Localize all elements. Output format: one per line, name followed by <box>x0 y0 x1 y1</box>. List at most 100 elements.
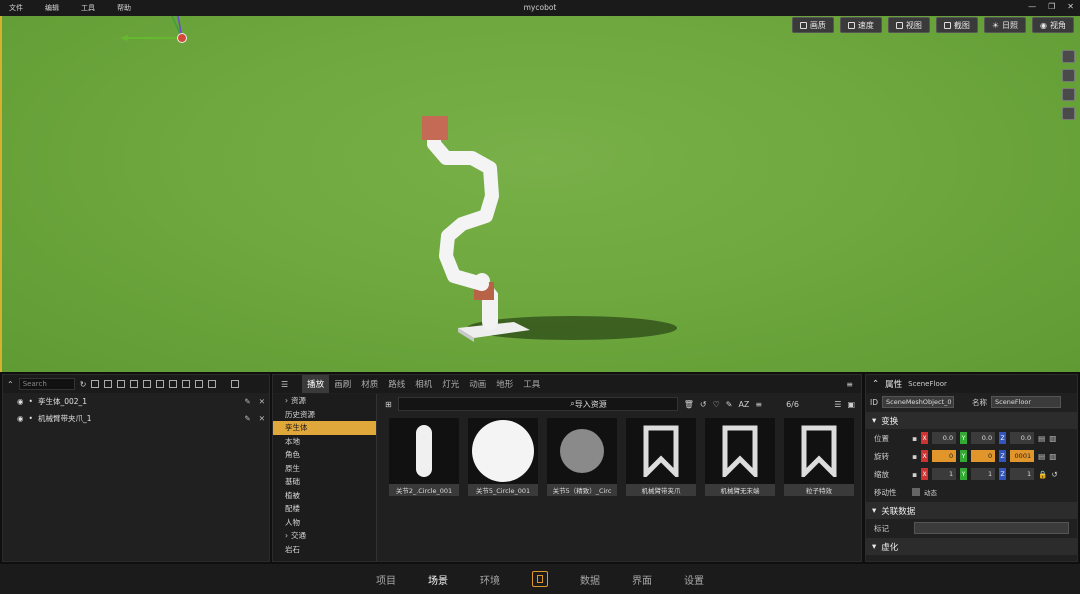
copy-icon[interactable]: ▤ <box>1038 452 1045 461</box>
menu-help[interactable]: 帮助 <box>117 3 131 13</box>
tree-item[interactable]: 岩石 <box>273 543 376 557</box>
grid-view-icon[interactable]: ▣ <box>847 400 855 409</box>
visibility-eye-icon[interactable]: ◉ <box>17 397 24 406</box>
nav-settings[interactable]: 设置 <box>684 572 704 587</box>
link-data-section[interactable]: ▾ 关联数据 <box>866 502 1077 519</box>
delete-icon[interactable]: 🗑 <box>684 400 694 409</box>
close-icon[interactable]: ✕ <box>1067 2 1074 11</box>
restore-icon[interactable]: ❐ <box>1048 2 1055 11</box>
rotation-y-field[interactable]: 0 <box>971 450 996 462</box>
position-y-field[interactable]: 0.0 <box>971 432 996 444</box>
sunlight-button[interactable]: ☀ 日照 <box>983 17 1027 33</box>
tree-item[interactable]: 历史资源 <box>273 408 376 422</box>
history-icon[interactable]: ↺ <box>700 400 707 409</box>
layout-icon[interactable] <box>182 380 191 388</box>
tree-item-selected[interactable]: 孪生体 <box>273 421 376 435</box>
tab-camera[interactable]: 相机 <box>410 375 437 393</box>
box-icon[interactable] <box>169 380 178 388</box>
nav-data[interactable]: 数据 <box>580 572 600 587</box>
tree-item[interactable]: › 资源 <box>273 394 376 408</box>
asset-tile[interactable]: 机械臂带夹爪 <box>626 418 696 496</box>
transform-gizmo-icon[interactable] <box>120 16 200 56</box>
pin-icon[interactable] <box>143 380 152 388</box>
outliner-item[interactable]: ◉ • 孪生体_002_1 ✎ ✕ <box>3 393 269 410</box>
paste-icon[interactable]: ▥ <box>1049 434 1056 443</box>
chevron-up-icon[interactable]: ⌃ <box>7 380 14 389</box>
screenshot-button[interactable]: 截图 <box>935 17 978 33</box>
id-field[interactable]: SceneMeshObject_0 <box>882 396 954 408</box>
lock-icon[interactable]: 🔒 <box>1038 470 1047 479</box>
tab-animation[interactable]: 动画 <box>464 375 491 393</box>
scale-x-field[interactable]: 1 <box>932 468 957 480</box>
tree-item[interactable]: 原生 <box>273 462 376 476</box>
tree-item[interactable]: 配楼 <box>273 502 376 516</box>
move-icon[interactable] <box>1062 50 1075 63</box>
sort-az-icon[interactable]: AZ <box>738 400 749 409</box>
walk-icon[interactable] <box>1062 88 1075 101</box>
edit-pencil-icon[interactable]: ✎ <box>244 414 250 423</box>
name-field[interactable]: SceneFloor <box>991 396 1061 408</box>
app-logo-icon[interactable] <box>532 571 548 587</box>
menu-edit[interactable]: 编辑 <box>45 3 59 13</box>
camera-icon[interactable] <box>117 380 126 388</box>
rotation-z-field[interactable]: 0001 <box>1010 450 1035 462</box>
asset-tile[interactable]: 关节5（精致）_Circ <box>547 418 617 496</box>
edit-icon[interactable]: ✎ <box>726 400 733 409</box>
folder-icon[interactable] <box>130 380 139 388</box>
nav-project[interactable]: 项目 <box>376 572 396 587</box>
outliner-search-input[interactable]: Search <box>18 378 75 390</box>
asset-tile[interactable]: 粒子特效 <box>784 418 854 496</box>
focus-icon[interactable] <box>1062 107 1075 120</box>
copy-icon[interactable] <box>156 380 165 388</box>
image-icon[interactable] <box>195 380 204 388</box>
mobility-checkbox[interactable] <box>912 488 920 496</box>
tab-tools[interactable]: 工具 <box>518 375 545 393</box>
list-view-icon[interactable]: ☰ <box>834 400 841 409</box>
asset-tile[interactable]: 关节2_.Circle_001 <box>389 418 459 496</box>
nav-scene[interactable]: 场景 <box>428 572 448 587</box>
tree-item[interactable]: 本地 <box>273 435 376 449</box>
minimize-icon[interactable]: — <box>1028 2 1036 11</box>
position-x-field[interactable]: 0.0 <box>932 432 957 444</box>
transform-section[interactable]: ▾ 变换 <box>866 412 1077 429</box>
close-icon[interactable]: ✕ <box>259 414 265 423</box>
visibility-eye-icon[interactable]: ◉ <box>17 414 24 423</box>
quality-button[interactable]: 画质 <box>791 17 834 33</box>
tab-terrain[interactable]: 地形 <box>491 375 518 393</box>
tree-item[interactable]: › 交通 <box>273 529 376 543</box>
nav-interface[interactable]: 界面 <box>632 572 652 587</box>
refresh-icon[interactable]: ↻ <box>80 380 87 389</box>
sort-icon[interactable]: ≡ <box>755 400 762 409</box>
frame-icon[interactable] <box>104 380 113 388</box>
close-icon[interactable]: ✕ <box>259 397 265 406</box>
rotation-x-field[interactable]: 0 <box>932 450 957 462</box>
asset-tile[interactable]: 机械臂无末端 <box>705 418 775 496</box>
list-toggle-icon[interactable]: ☰ <box>281 380 288 389</box>
virtual-section[interactable]: ▾ 虚化 <box>866 538 1077 555</box>
tag-field[interactable] <box>914 522 1069 534</box>
chevron-up-icon[interactable]: ⌃ <box>872 379 879 389</box>
view-button[interactable]: 视图 <box>887 17 930 33</box>
tree-item[interactable]: 植被 <box>273 489 376 503</box>
menu-file[interactable]: 文件 <box>9 3 23 13</box>
copy-icon[interactable]: ▤ <box>1038 434 1045 443</box>
perspective-button[interactable]: ◉ 视角 <box>1032 17 1074 33</box>
hand-icon[interactable] <box>1062 69 1075 82</box>
network-icon[interactable]: ⊞ <box>385 400 392 409</box>
tab-material[interactable]: 材质 <box>356 375 383 393</box>
menu-icon[interactable]: ≡ <box>846 380 853 389</box>
import-asset-button[interactable]: ⌕ 导入资源 <box>397 397 678 411</box>
position-z-field[interactable]: 0.0 <box>1010 432 1035 444</box>
edit-pencil-icon[interactable]: ✎ <box>244 397 250 406</box>
heart-icon[interactable]: ♡ <box>713 400 720 409</box>
tab-brush[interactable]: 画刷 <box>329 375 356 393</box>
scale-y-field[interactable]: 1 <box>971 468 996 480</box>
paste-icon[interactable]: ▥ <box>1049 452 1056 461</box>
menu-tools[interactable]: 工具 <box>81 3 95 13</box>
settings-icon[interactable] <box>231 380 240 388</box>
grid-icon[interactable] <box>91 380 100 388</box>
tree-item[interactable]: 角色 <box>273 448 376 462</box>
tab-light[interactable]: 灯光 <box>437 375 464 393</box>
tree-item[interactable]: 人物 <box>273 516 376 530</box>
scene-viewport[interactable]: 画质 速度 视图 截图 ☀ 日照 ◉ 视角 <box>0 16 1080 372</box>
